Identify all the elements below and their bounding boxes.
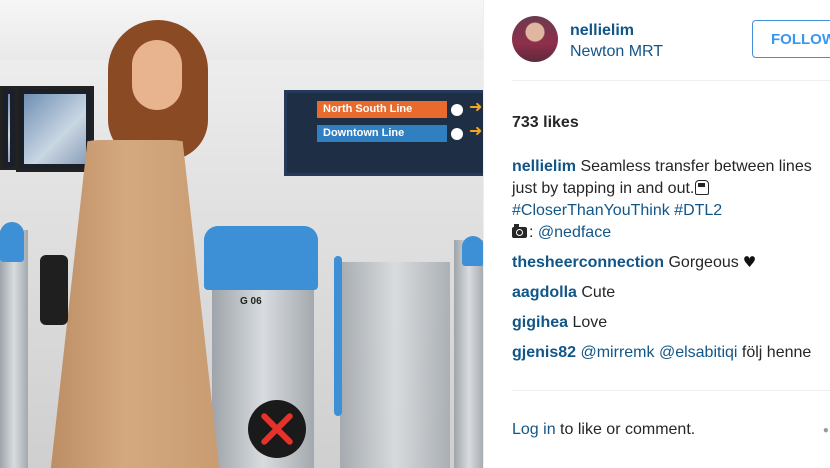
sign-downtown-line: Downtown Line (317, 125, 447, 142)
sign-north-south-line: North South Line (317, 101, 447, 118)
comment-text: Gorgeous (668, 254, 739, 271)
comment-text: Love (572, 314, 608, 331)
caption-line-1: nellielim Seamless transfer between line… (512, 156, 812, 177)
caption-text-2: just by tapping in and out. (512, 180, 695, 197)
fare-gate-left-top (0, 222, 24, 262)
camera-icon (512, 224, 527, 238)
footer-divider (512, 390, 830, 391)
fare-gate-left (0, 230, 28, 468)
fare-gate-right-top (462, 236, 484, 266)
more-options-icon[interactable]: • (822, 424, 830, 438)
credit-separator: : (529, 224, 534, 241)
login-prompt: Log in to like or comment. (512, 421, 695, 439)
arrow-right-icon: ➜ (469, 121, 483, 140)
comment-item: thesheerconnection Gorgeous ♥ (512, 252, 756, 273)
comment-mention[interactable]: @elsabitiqi (659, 344, 738, 361)
comment-username[interactable]: thesheerconnection (512, 254, 664, 271)
caption-hashtags: #CloserThanYouThink #DTL2 (512, 200, 722, 221)
fare-gate-flaps (340, 262, 450, 468)
gate-closed-x-icon (248, 400, 306, 458)
mrt-direction-sign: North South Line ➜ Downtown Line ➜ (284, 90, 484, 176)
fare-gate-right (454, 240, 484, 468)
train-glyph-2 (451, 128, 463, 140)
comment-item: aagdolla Cute (512, 282, 615, 303)
train-emoji-icon (695, 180, 710, 195)
person-face (132, 40, 182, 110)
comment-username[interactable]: gigihea (512, 314, 568, 331)
caption-credit: : @nedface (512, 222, 611, 243)
ceiling (0, 0, 484, 60)
comment-mention[interactable]: @mirremk (580, 344, 654, 361)
caption-username[interactable]: nellielim (512, 158, 576, 175)
comment-item: gigihea Love (512, 312, 607, 333)
comment-text: Cute (581, 284, 616, 301)
comment-username[interactable]: gjenis82 (512, 344, 576, 361)
follow-button[interactable]: FOLLOW (752, 20, 830, 58)
arrow-right-icon: ➜ (469, 97, 483, 116)
post-photo[interactable]: North South Line ➜ Downtown Line ➜ G 06 (0, 0, 484, 468)
info-screen (16, 86, 94, 172)
post-username-link[interactable]: nellielim (570, 22, 634, 40)
gate-number: G 06 (240, 296, 262, 307)
gate-rail (334, 256, 342, 416)
likes-count[interactable]: 733 likes (512, 114, 579, 132)
avatar[interactable] (512, 16, 558, 62)
login-link[interactable]: Log in (512, 421, 556, 438)
post-location-link[interactable]: Newton MRT (570, 43, 663, 61)
person-dress (49, 140, 221, 468)
fare-gate-reader (204, 226, 318, 290)
hashtag-links[interactable]: #CloserThanYouThink #DTL2 (512, 202, 722, 219)
person-bag (40, 255, 68, 325)
comment-username[interactable]: aagdolla (512, 284, 577, 301)
login-prompt-text: to like or comment. (560, 421, 696, 438)
instagram-post: North South Line ➜ Downtown Line ➜ G 06 (0, 0, 830, 468)
caption-text-1: Seamless transfer between lines (580, 158, 812, 175)
comment-item: gjenis82 @mirremk @elsabitiqi följ henne (512, 342, 811, 363)
heart-icon: ♥ (742, 253, 757, 271)
train-glyph-1 (451, 104, 463, 116)
comment-text: följ henne (741, 344, 812, 361)
header-divider (512, 80, 830, 81)
caption-line-2: just by tapping in and out. (512, 178, 710, 199)
credit-handle-link[interactable]: @nedface (538, 224, 611, 241)
